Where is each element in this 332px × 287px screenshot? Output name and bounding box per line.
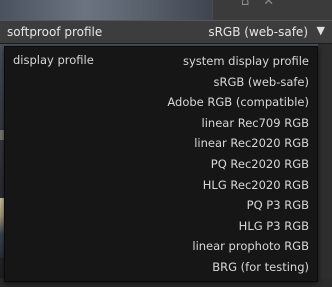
module-header-icons: ⌂✕ [241,0,289,9]
popup-section-label: display profile [13,53,94,67]
profile-dropdown-popup: display profile system display profile s… [4,46,318,282]
triangle-down-icon[interactable]: ▼ [317,24,325,37]
option-system-display-profile[interactable]: system display profile [89,52,309,73]
combobox-current-value: sRGB (web-safe) [208,25,308,39]
option-pq-p3[interactable]: PQ P3 RGB [89,196,309,217]
option-brg-testing[interactable]: BRG (for testing) [89,258,309,279]
softproof-profile-combobox[interactable]: softproof profile sRGB (web-safe) ▼ [0,20,332,44]
combobox-label: softproof profile [7,25,103,39]
option-adobe-rgb[interactable]: Adobe RGB (compatible) [89,93,309,114]
option-srgb-web-safe[interactable]: sRGB (web-safe) [89,73,309,94]
right-panel-edge [318,20,332,287]
option-hlg-rec2020[interactable]: HLG Rec2020 RGB [89,176,309,197]
darkroom-view: ⌂✕ softproof profile sRGB (web-safe) ▼ d… [0,0,332,287]
option-linear-rec2020[interactable]: linear Rec2020 RGB [89,134,309,155]
option-linear-prophoto[interactable]: linear prophoto RGB [89,237,309,258]
profile-options-list: system display profile sRGB (web-safe) A… [89,52,309,279]
option-hlg-p3[interactable]: HLG P3 RGB [89,217,309,238]
module-header-panel: ⌂✕ [212,0,332,20]
option-pq-rec2020[interactable]: PQ Rec2020 RGB [89,155,309,176]
filmstrip-thumbnail [0,0,212,20]
option-linear-rec709[interactable]: linear Rec709 RGB [89,114,309,135]
